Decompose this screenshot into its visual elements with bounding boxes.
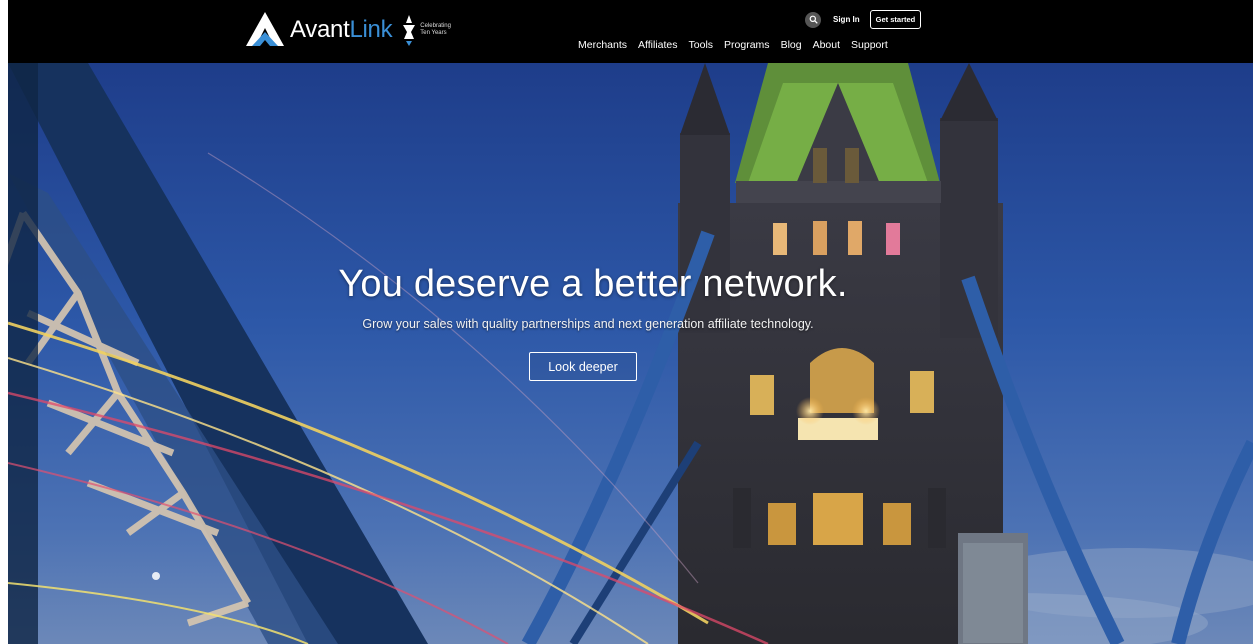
sign-in-link[interactable]: Sign In (833, 15, 860, 24)
site-header: AvantLink Celebrating Ten Years Sign In … (8, 0, 1253, 63)
nav-tools[interactable]: Tools (689, 39, 714, 51)
nav-about[interactable]: About (813, 39, 840, 51)
celebration-line-1: Celebrating (420, 23, 451, 29)
page: AvantLink Celebrating Ten Years Sign In … (0, 0, 1253, 644)
left-page-edge (0, 0, 8, 644)
ten-years-icon (403, 15, 416, 46)
hero-subheadline: Grow your sales with quality partnership… (362, 317, 814, 331)
nav-blog[interactable]: Blog (781, 39, 802, 51)
celebration-text: Celebrating Ten Years (420, 23, 451, 37)
hero-section: You deserve a better network. Grow your … (8, 63, 1253, 644)
hero-headline: You deserve a better network. (338, 263, 848, 305)
celebration-badge: Celebrating Ten Years (400, 13, 451, 47)
logo-avant: Avant (290, 16, 350, 43)
nav-support[interactable]: Support (851, 39, 888, 51)
nav-affiliates[interactable]: Affiliates (638, 39, 678, 51)
logo-wordmark: AvantLink (290, 16, 393, 43)
utility-bar: Sign In Get started (805, 10, 922, 29)
get-started-button[interactable]: Get started (869, 10, 922, 29)
look-deeper-button[interactable]: Look deeper (529, 352, 637, 381)
search-icon (809, 15, 818, 24)
nav-programs[interactable]: Programs (724, 39, 770, 51)
main-nav: Merchants Affiliates Tools Programs Blog… (578, 39, 888, 51)
nav-merchants[interactable]: Merchants (578, 39, 627, 51)
avantlink-logo-icon (246, 12, 284, 46)
celebration-line-2: Ten Years (420, 30, 447, 36)
avantlink-logo[interactable]: AvantLink Celebrating Ten Years (244, 10, 451, 50)
logo-link: Link (349, 16, 393, 43)
search-button[interactable] (805, 11, 821, 28)
